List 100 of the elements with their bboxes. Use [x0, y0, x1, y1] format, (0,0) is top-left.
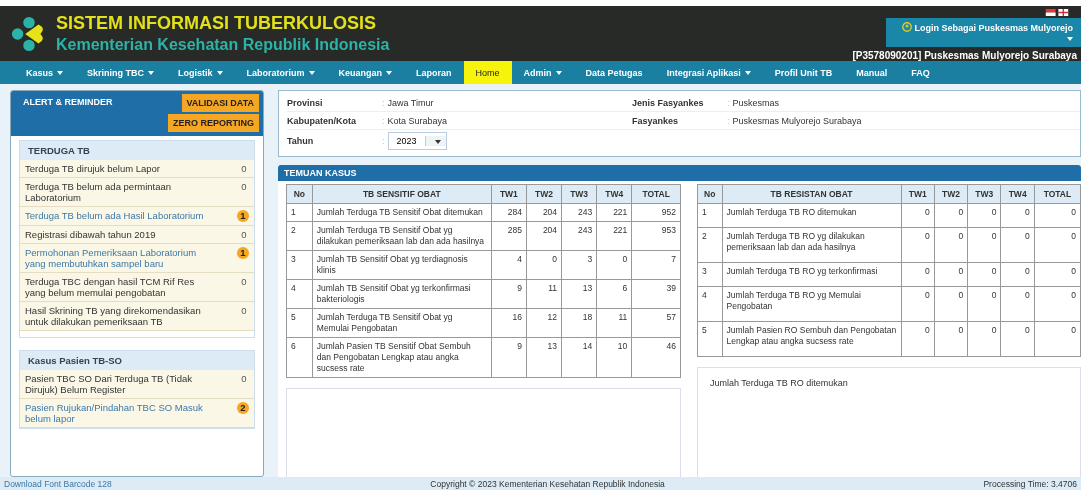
field-label: Kabupaten/Kota [287, 115, 357, 126]
table-cell: 9 [491, 279, 527, 309]
alert-item[interactable]: Pasien Rujukan/Pindahan TBC SO Masuk belum lapor [25, 402, 215, 424]
nav-item[interactable]: Laboratorium [234, 61, 327, 84]
separator: : [382, 136, 385, 146]
table-cell: 0 [901, 227, 935, 263]
field-label: Jenis Fasyankes [632, 97, 705, 108]
table-cell: Jumlah Terduga TB Sensitif Obat yg dilakukan pemeriksaan lab dan ada hasilnya [312, 221, 492, 251]
table-cell: 5 [286, 308, 313, 338]
action-button[interactable]: ZERO REPORTING [168, 114, 259, 132]
column-header: TOTAL [1034, 184, 1081, 204]
column-header: TOTAL [631, 184, 681, 204]
group-title: TERDUGA TB [20, 141, 254, 160]
nav-item[interactable]: Manual [844, 61, 900, 84]
nav-item[interactable]: Admin [511, 61, 574, 84]
table-cell: 243 [561, 221, 597, 251]
table-cell: 0 [934, 203, 968, 228]
table-cell: 0 [934, 321, 968, 357]
table-cell: 0 [1034, 227, 1081, 263]
table-cell: 243 [561, 203, 597, 222]
count: 0 [240, 276, 248, 289]
download-link[interactable]: Download Font Barcode 128 [4, 478, 112, 489]
count: 0 [240, 181, 248, 194]
action-button[interactable]: VALIDASI DATA [181, 94, 259, 112]
table-cell: 0 [967, 203, 1001, 228]
table-cell: Jumlah Terduga TB RO yg terkonfirmasi [722, 262, 901, 287]
nav-item[interactable]: Kasus [14, 61, 75, 84]
count: 0 [240, 305, 248, 318]
table-cell: 2 [697, 227, 722, 263]
table-cell: 0 [1001, 286, 1035, 322]
separator: : [382, 115, 385, 126]
year-select[interactable]: 2023 [387, 132, 447, 150]
table-cell: 0 [901, 286, 935, 322]
table-cell: 204 [526, 221, 562, 251]
table-cell: 221 [596, 203, 632, 222]
app-title: SISTEM INFORMASI TUBERKULOSIS [56, 13, 377, 34]
alert-item[interactable]: Terduga TB belum ada Hasil Laboratorium [25, 210, 204, 222]
nav-item[interactable]: FAQ [899, 61, 942, 84]
column-header: TW4 [1001, 184, 1035, 204]
count: 1 [237, 247, 249, 259]
table-cell: 0 [1034, 262, 1081, 287]
table-cell: 57 [631, 308, 681, 338]
count: 0 [240, 163, 248, 174]
table-cell: 3 [286, 250, 313, 280]
table-cell: 13 [526, 337, 562, 378]
table-cell: 13 [561, 279, 597, 309]
alert-item: Terduga TB belum ada permintaan Laboratorium [25, 181, 173, 203]
table-cell: 12 [526, 308, 562, 338]
caret-icon [434, 139, 441, 144]
table-cell: 4 [491, 250, 527, 280]
table-cell: 953 [631, 221, 681, 251]
nav-item[interactable]: Logistik [166, 61, 235, 84]
column-header: TW3 [561, 184, 597, 204]
nav-item[interactable]: Data Petugas [573, 61, 655, 84]
login-dropdown[interactable]: Login Sebagai Puskesmas Mulyorejo [886, 18, 1081, 47]
field-label: Fasyankes [632, 115, 680, 126]
alert-item[interactable]: Permohonan Pemeriksaan Laboratorium yang membutuhkan sampel baru [25, 247, 215, 269]
separator: : [382, 97, 385, 108]
column-header: TW2 [934, 184, 968, 204]
nav-item[interactable]: Keuangan [326, 61, 405, 84]
user-icon [902, 22, 913, 32]
separator: : [727, 97, 730, 108]
column-header: TW2 [526, 184, 562, 204]
table-cell: 46 [631, 337, 681, 378]
table-cell: 0 [1034, 286, 1081, 322]
chart-title: Jumlah Terduga TB RO ditemukan [710, 378, 848, 388]
field-value: Puskesmas [732, 97, 780, 108]
field-value: Jawa Timur [387, 97, 434, 108]
table-cell: Jumlah Terduga TB Sensitif Obat yg Memulai Pengobatan [312, 308, 492, 338]
table-cell: 18 [561, 308, 597, 338]
table-cell: 4 [286, 279, 313, 309]
processing-time: Processing Time: 3.4706 [983, 478, 1077, 489]
table-cell: 221 [596, 221, 632, 251]
ministry-subtitle: Kementerian Kesehatan Republik Indonesia [56, 36, 391, 54]
table-cell: 16 [491, 308, 527, 338]
table-cell: 0 [967, 321, 1001, 357]
table-cell: Jumlah Pasien RO Sembuh dan Pengobatan Lengkap atau angka sucsess rate [722, 321, 901, 357]
separator: : [727, 115, 730, 126]
column-header: TB SENSITIF OBAT [312, 184, 492, 204]
table-cell: Jumlah TB Sensitif Obat yg terkonfirmasi bakteriologis [312, 279, 492, 309]
facility-name: [P3578090201] Puskesmas Mulyorejo Surabaya [852, 49, 1078, 61]
table-cell: 2 [286, 221, 313, 251]
table-cell: 0 [1001, 227, 1035, 263]
table-cell: 11 [596, 308, 632, 338]
table-cell: 0 [1001, 262, 1035, 287]
nav-item[interactable]: Integrasi Aplikasi [654, 61, 763, 84]
nav-item[interactable]: Home [463, 61, 512, 84]
table-cell: Jumlah Terduga TB RO yg Memulai Pengobatan [722, 286, 901, 322]
table-cell: 1 [697, 203, 722, 228]
table-cell: Jumlah Terduga TB Sensitif Obat ditemukan [312, 203, 492, 222]
group-title: Kasus Pasien TB-SO [20, 351, 254, 370]
nav-item[interactable]: Profil Unit TB [762, 61, 845, 84]
nav-item[interactable]: Laporan [404, 61, 464, 84]
count: 1 [237, 210, 249, 222]
table-cell: 39 [631, 279, 681, 309]
column-header: TB RESISTAN OBAT [722, 184, 901, 204]
nav-item[interactable]: Skrining TBC [75, 61, 167, 84]
table-cell: 0 [526, 250, 562, 280]
column-header: No [697, 184, 722, 204]
column-header: TW1 [901, 184, 935, 204]
